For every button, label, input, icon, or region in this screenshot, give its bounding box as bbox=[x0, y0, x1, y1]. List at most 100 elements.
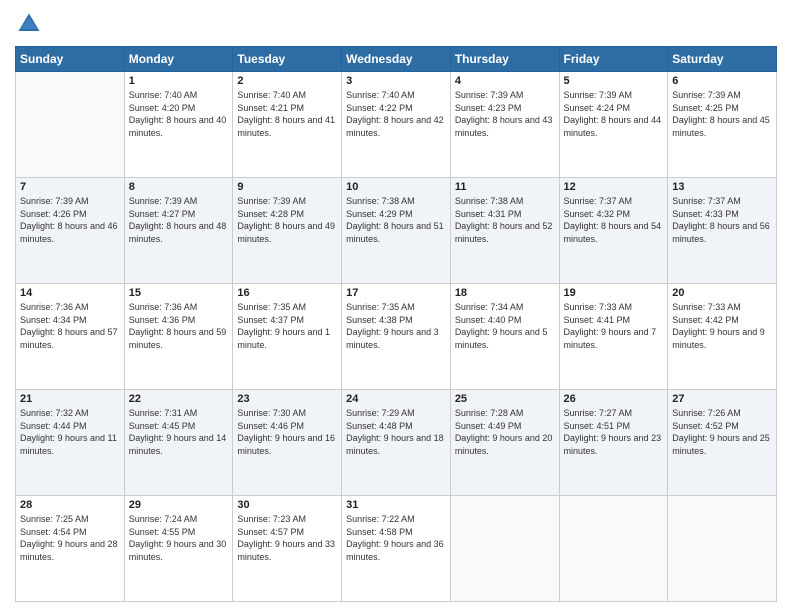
day-number: 4 bbox=[455, 75, 555, 87]
table-row: 10 Sunrise: 7:38 AMSunset: 4:29 PMDayligh… bbox=[342, 178, 451, 284]
col-monday: Monday bbox=[124, 47, 233, 72]
table-row: 4 Sunrise: 7:39 AMSunset: 4:23 PMDaylight… bbox=[450, 72, 559, 178]
table-row: 2 Sunrise: 7:40 AMSunset: 4:21 PMDaylight… bbox=[233, 72, 342, 178]
col-wednesday: Wednesday bbox=[342, 47, 451, 72]
col-friday: Friday bbox=[559, 47, 668, 72]
page: Sunday Monday Tuesday Wednesday Thursday… bbox=[0, 0, 792, 612]
day-number: 9 bbox=[237, 181, 337, 193]
day-info: Sunrise: 7:24 AMSunset: 4:55 PMDaylight:… bbox=[129, 513, 229, 563]
table-row: 11 Sunrise: 7:38 AMSunset: 4:31 PMDayligh… bbox=[450, 178, 559, 284]
day-number: 17 bbox=[346, 287, 446, 299]
day-number: 18 bbox=[455, 287, 555, 299]
table-row: 14 Sunrise: 7:36 AMSunset: 4:34 PMDayligh… bbox=[16, 284, 125, 390]
day-info: Sunrise: 7:30 AMSunset: 4:46 PMDaylight:… bbox=[237, 407, 337, 457]
day-number: 14 bbox=[20, 287, 120, 299]
day-info: Sunrise: 7:34 AMSunset: 4:40 PMDaylight:… bbox=[455, 301, 555, 351]
table-row bbox=[16, 72, 125, 178]
day-number: 23 bbox=[237, 393, 337, 405]
day-info: Sunrise: 7:36 AMSunset: 4:36 PMDaylight:… bbox=[129, 301, 229, 351]
day-number: 11 bbox=[455, 181, 555, 193]
day-info: Sunrise: 7:39 AMSunset: 4:26 PMDaylight:… bbox=[20, 195, 120, 245]
col-sunday: Sunday bbox=[16, 47, 125, 72]
table-row: 18 Sunrise: 7:34 AMSunset: 4:40 PMDayligh… bbox=[450, 284, 559, 390]
table-row: 19 Sunrise: 7:33 AMSunset: 4:41 PMDayligh… bbox=[559, 284, 668, 390]
day-info: Sunrise: 7:38 AMSunset: 4:31 PMDaylight:… bbox=[455, 195, 555, 245]
col-tuesday: Tuesday bbox=[233, 47, 342, 72]
table-row bbox=[450, 496, 559, 602]
day-info: Sunrise: 7:26 AMSunset: 4:52 PMDaylight:… bbox=[672, 407, 772, 457]
day-number: 8 bbox=[129, 181, 229, 193]
calendar-week-row: 14 Sunrise: 7:36 AMSunset: 4:34 PMDayligh… bbox=[16, 284, 777, 390]
calendar-week-row: 1 Sunrise: 7:40 AMSunset: 4:20 PMDaylight… bbox=[16, 72, 777, 178]
day-info: Sunrise: 7:40 AMSunset: 4:22 PMDaylight:… bbox=[346, 89, 446, 139]
table-row: 28Sunrise: 7:25 AMSunset: 4:54 PMDayligh… bbox=[16, 496, 125, 602]
day-number: 2 bbox=[237, 75, 337, 87]
day-info: Sunrise: 7:38 AMSunset: 4:29 PMDaylight:… bbox=[346, 195, 446, 245]
table-row: 7 Sunrise: 7:39 AMSunset: 4:26 PMDaylight… bbox=[16, 178, 125, 284]
table-row: 31Sunrise: 7:22 AMSunset: 4:58 PMDayligh… bbox=[342, 496, 451, 602]
day-info: Sunrise: 7:27 AMSunset: 4:51 PMDaylight:… bbox=[564, 407, 664, 457]
table-row: 25Sunrise: 7:28 AMSunset: 4:49 PMDayligh… bbox=[450, 390, 559, 496]
table-row: 9 Sunrise: 7:39 AMSunset: 4:28 PMDaylight… bbox=[233, 178, 342, 284]
day-number: 24 bbox=[346, 393, 446, 405]
day-number: 1 bbox=[129, 75, 229, 87]
day-info: Sunrise: 7:29 AMSunset: 4:48 PMDaylight:… bbox=[346, 407, 446, 457]
day-info: Sunrise: 7:39 AMSunset: 4:23 PMDaylight:… bbox=[455, 89, 555, 139]
day-info: Sunrise: 7:28 AMSunset: 4:49 PMDaylight:… bbox=[455, 407, 555, 457]
day-number: 5 bbox=[564, 75, 664, 87]
table-row: 16 Sunrise: 7:35 AMSunset: 4:37 PMDayligh… bbox=[233, 284, 342, 390]
logo bbox=[15, 10, 47, 38]
day-info: Sunrise: 7:37 AMSunset: 4:32 PMDaylight:… bbox=[564, 195, 664, 245]
day-number: 7 bbox=[20, 181, 120, 193]
table-row: 1 Sunrise: 7:40 AMSunset: 4:20 PMDaylight… bbox=[124, 72, 233, 178]
day-number: 13 bbox=[672, 181, 772, 193]
day-number: 27 bbox=[672, 393, 772, 405]
day-info: Sunrise: 7:35 AMSunset: 4:37 PMDaylight:… bbox=[237, 301, 337, 351]
day-number: 16 bbox=[237, 287, 337, 299]
col-thursday: Thursday bbox=[450, 47, 559, 72]
day-number: 21 bbox=[20, 393, 120, 405]
calendar-week-row: 28Sunrise: 7:25 AMSunset: 4:54 PMDayligh… bbox=[16, 496, 777, 602]
day-number: 30 bbox=[237, 499, 337, 511]
day-info: Sunrise: 7:23 AMSunset: 4:57 PMDaylight:… bbox=[237, 513, 337, 563]
day-info: Sunrise: 7:39 AMSunset: 4:28 PMDaylight:… bbox=[237, 195, 337, 245]
day-number: 31 bbox=[346, 499, 446, 511]
day-info: Sunrise: 7:32 AMSunset: 4:44 PMDaylight:… bbox=[20, 407, 120, 457]
table-row bbox=[559, 496, 668, 602]
day-number: 3 bbox=[346, 75, 446, 87]
header bbox=[15, 10, 777, 38]
table-row: 15 Sunrise: 7:36 AMSunset: 4:36 PMDayligh… bbox=[124, 284, 233, 390]
day-number: 19 bbox=[564, 287, 664, 299]
calendar-table: Sunday Monday Tuesday Wednesday Thursday… bbox=[15, 46, 777, 602]
table-row: 29 Sunrise: 7:24 AMSunset: 4:55 PMDayligh… bbox=[124, 496, 233, 602]
day-number: 10 bbox=[346, 181, 446, 193]
day-number: 28 bbox=[20, 499, 120, 511]
table-row: 13Sunrise: 7:37 AMSunset: 4:33 PMDayligh… bbox=[668, 178, 777, 284]
table-row: 23 Sunrise: 7:30 AMSunset: 4:46 PMDayligh… bbox=[233, 390, 342, 496]
day-info: Sunrise: 7:31 AMSunset: 4:45 PMDaylight:… bbox=[129, 407, 229, 457]
calendar-week-row: 7 Sunrise: 7:39 AMSunset: 4:26 PMDaylight… bbox=[16, 178, 777, 284]
table-row: 3 Sunrise: 7:40 AMSunset: 4:22 PMDaylight… bbox=[342, 72, 451, 178]
day-number: 6 bbox=[672, 75, 772, 87]
col-saturday: Saturday bbox=[668, 47, 777, 72]
day-info: Sunrise: 7:40 AMSunset: 4:21 PMDaylight:… bbox=[237, 89, 337, 139]
table-row: 17 Sunrise: 7:35 AMSunset: 4:38 PMDayligh… bbox=[342, 284, 451, 390]
day-info: Sunrise: 7:36 AMSunset: 4:34 PMDaylight:… bbox=[20, 301, 120, 351]
table-row: 26 Sunrise: 7:27 AMSunset: 4:51 PMDayligh… bbox=[559, 390, 668, 496]
table-row: 27 Sunrise: 7:26 AMSunset: 4:52 PMDayligh… bbox=[668, 390, 777, 496]
day-number: 26 bbox=[564, 393, 664, 405]
day-info: Sunrise: 7:33 AMSunset: 4:41 PMDaylight:… bbox=[564, 301, 664, 351]
day-info: Sunrise: 7:40 AMSunset: 4:20 PMDaylight:… bbox=[129, 89, 229, 139]
day-number: 29 bbox=[129, 499, 229, 511]
day-info: Sunrise: 7:35 AMSunset: 4:38 PMDaylight:… bbox=[346, 301, 446, 351]
calendar-header-row: Sunday Monday Tuesday Wednesday Thursday… bbox=[16, 47, 777, 72]
day-number: 12 bbox=[564, 181, 664, 193]
day-number: 15 bbox=[129, 287, 229, 299]
day-number: 20 bbox=[672, 287, 772, 299]
table-row: 8Sunrise: 7:39 AMSunset: 4:27 PMDaylight… bbox=[124, 178, 233, 284]
table-row: 30 Sunrise: 7:23 AMSunset: 4:57 PMDayligh… bbox=[233, 496, 342, 602]
logo-icon bbox=[15, 10, 43, 38]
table-row: 22Sunrise: 7:31 AMSunset: 4:45 PMDayligh… bbox=[124, 390, 233, 496]
day-info: Sunrise: 7:39 AMSunset: 4:25 PMDaylight:… bbox=[672, 89, 772, 139]
table-row: 6 Sunrise: 7:39 AMSunset: 4:25 PMDaylight… bbox=[668, 72, 777, 178]
